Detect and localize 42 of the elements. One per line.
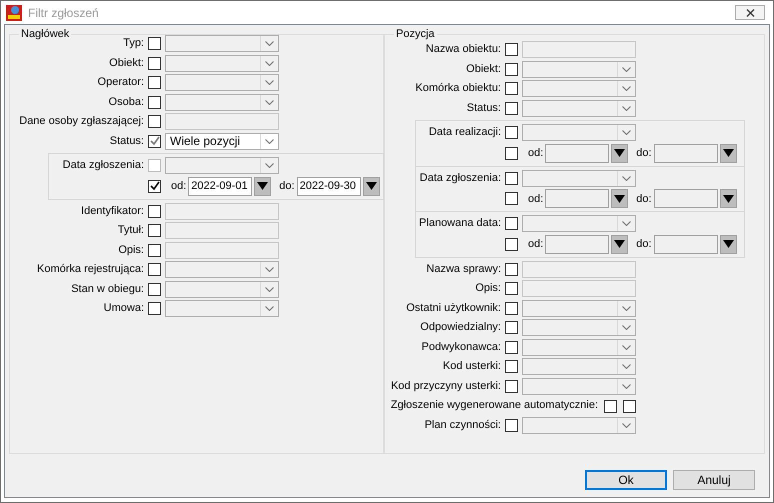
dialog-button[interactable]: Anuluj (673, 470, 755, 490)
from-label: od: (171, 180, 186, 192)
field-label: Ostatni użytkownik: (405, 300, 501, 316)
field-label: Umowa: (102, 301, 144, 316)
field-label: Komórka obiektu: (414, 81, 501, 96)
to-label: do: (636, 147, 652, 159)
field-label: Stan w obiegu: (70, 282, 144, 296)
field-label: Zgłoszenie wygenerowane automatycznie: (390, 398, 598, 414)
field-label: Data realizacji: (428, 125, 501, 140)
dialog-button[interactable]: Ok (585, 470, 667, 490)
from-label: od: (528, 238, 544, 250)
from-label: od: (528, 147, 544, 159)
field-label: Kod przyczyny usterki: (390, 378, 501, 394)
window-title: Filtr zgłoszeń (28, 6, 100, 20)
dropdown-field[interactable]: Wiele pozycji (165, 132, 279, 150)
field-label: Osoba: (108, 94, 144, 110)
field-label: Status: (466, 100, 501, 116)
field-label: Status: (108, 134, 144, 148)
field-label: Obiekt: (108, 56, 144, 70)
from-label: od: (528, 192, 544, 204)
field-label: Opis: (474, 281, 501, 296)
field-label: Identyfikator: (80, 204, 144, 218)
to-label: do: (636, 238, 652, 250)
field-label: Obiekt: (465, 62, 501, 76)
to-label: do: (636, 192, 652, 204)
field-label: Operator: (96, 75, 144, 90)
field-label: Odpowiedzialny: (419, 320, 501, 335)
field-label: Planowana data: (419, 216, 501, 231)
field-label: Dane osoby zgłaszającej: (18, 114, 144, 129)
group-title: Nagłówek (20, 28, 70, 40)
field-label: Plan czynności: (424, 418, 501, 433)
field-label: Nazwa sprawy: (425, 262, 501, 276)
field-label: Komórka rejestrująca: (36, 262, 144, 277)
field-label: Data zgłoszenia: (419, 170, 501, 186)
field-label: Tytuł: (116, 223, 144, 238)
field-label: Podwykonawca: (420, 340, 501, 354)
field-label: Nazwa obiektu: (424, 42, 501, 57)
field-label: Data zgłoszenia: (62, 158, 144, 173)
field-label: Kod usterki: (442, 359, 501, 374)
field-label: Opis: (117, 242, 144, 258)
to-label: do: (279, 180, 295, 192)
group-title: Pozycja (395, 28, 436, 40)
